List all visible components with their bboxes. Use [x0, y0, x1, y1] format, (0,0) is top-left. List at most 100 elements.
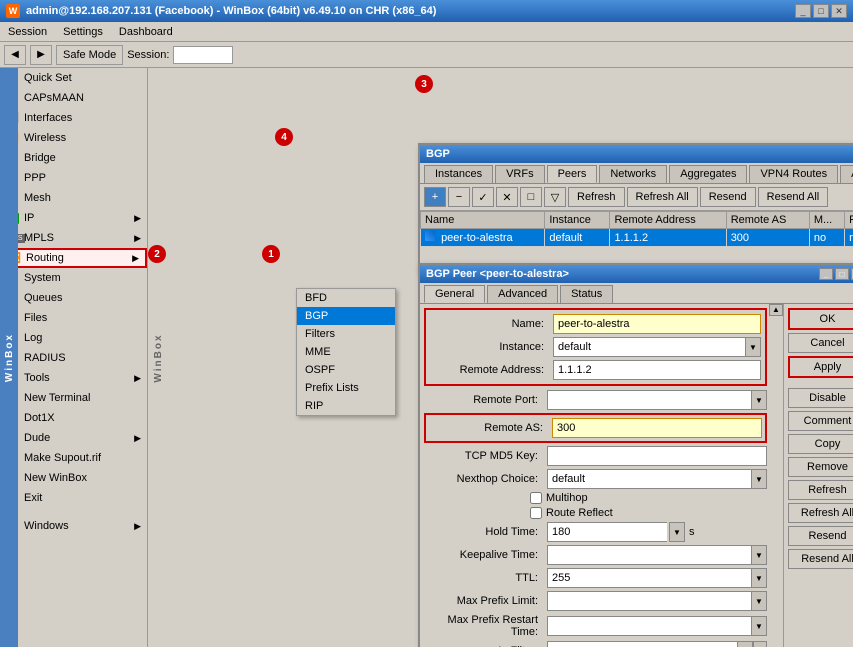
route-reflect-checkbox[interactable] — [530, 507, 542, 519]
scroll-up-btn[interactable]: ▲ — [769, 304, 783, 316]
sidebar-item-queues[interactable]: ≡ Queues — [0, 288, 147, 308]
bgp-add-btn[interactable]: + — [424, 187, 446, 207]
sidebar-item-wireless[interactable]: 📶 Wireless — [0, 128, 147, 148]
sidebar-item-exit[interactable]: ✕ Exit — [0, 488, 147, 508]
menu-dashboard[interactable]: Dashboard — [115, 25, 177, 39]
sidebar-item-mesh[interactable]: ✦ Mesh — [0, 188, 147, 208]
sidebar-item-bridge[interactable]: ⛓ Bridge — [0, 148, 147, 168]
hold-time-input[interactable] — [547, 522, 667, 542]
submenu-bfd[interactable]: BFD — [297, 289, 395, 307]
submenu-prefix-lists[interactable]: Prefix Lists — [297, 379, 395, 397]
instance-dropdown-btn[interactable]: ▼ — [745, 337, 761, 357]
tcp-md5-input[interactable] — [547, 446, 767, 466]
cancel-btn[interactable]: Cancel — [788, 333, 853, 353]
resend-all-btn[interactable]: Resend All — [788, 549, 853, 569]
refresh-all-btn[interactable]: Refresh All — [788, 503, 853, 523]
disable-btn[interactable]: Disable — [788, 388, 853, 408]
submenu-rip[interactable]: RIP — [297, 397, 395, 415]
bgp-filter-btn[interactable]: ▽ — [544, 187, 566, 207]
menu-session[interactable]: Session — [4, 25, 51, 39]
bgp-remove-btn[interactable]: − — [448, 187, 470, 207]
tab-networks[interactable]: Networks — [599, 165, 667, 183]
sidebar-item-dude[interactable]: ◉ Dude ▶ — [0, 428, 147, 448]
remote-as-input[interactable] — [552, 418, 762, 438]
sidebar-item-tools[interactable]: 🔧 Tools ▶ — [0, 368, 147, 388]
tab-vpn4-routes[interactable]: VPN4 Routes — [749, 165, 838, 183]
max-prefix-restart-dropdown-btn[interactable]: ▼ — [751, 616, 767, 636]
bgp-cross-btn[interactable]: ✕ — [496, 187, 518, 207]
tab-instances[interactable]: Instances — [424, 165, 493, 183]
safe-mode-btn[interactable]: Safe Mode — [56, 45, 123, 65]
tab-advertisements[interactable]: Advertisements — [840, 165, 853, 183]
remove-btn[interactable]: Remove — [788, 457, 853, 477]
ttl-input[interactable] — [547, 568, 751, 588]
max-prefix-input[interactable] — [547, 591, 751, 611]
sidebar-item-new-winbox[interactable]: 🖥 New WinBox — [0, 468, 147, 488]
remote-port-input[interactable] — [547, 390, 751, 410]
peer-tab-status[interactable]: Status — [560, 285, 613, 303]
table-row[interactable]: peer-to-alestra default 1.1.1.2 300 no n… — [421, 229, 853, 247]
sidebar-item-dot1x[interactable]: ● Dot1X — [0, 408, 147, 428]
sidebar-item-files[interactable]: 📁 Files — [0, 308, 147, 328]
resend-btn[interactable]: Resend — [788, 526, 853, 546]
remote-address-input[interactable] — [553, 360, 761, 380]
remote-port-dropdown-btn[interactable]: ▼ — [751, 390, 767, 410]
multihop-checkbox[interactable] — [530, 492, 542, 504]
max-prefix-dropdown-btn[interactable]: ▼ — [751, 591, 767, 611]
sidebar-item-new-terminal[interactable]: ▶ New Terminal — [0, 388, 147, 408]
bgp-refresh-btn[interactable]: Refresh — [568, 187, 625, 207]
hold-time-dropdown-btn[interactable]: ▼ — [669, 522, 685, 542]
session-input[interactable] — [173, 46, 233, 64]
sidebar-item-windows[interactable]: ▤ Windows ▶ — [0, 516, 147, 536]
keepalive-input[interactable] — [547, 545, 751, 565]
refresh-btn[interactable]: Refresh — [788, 480, 853, 500]
sidebar-item-quick-set[interactable]: ⚡ Quick Set — [0, 68, 147, 88]
sidebar-item-capsman[interactable]: ▣ CAPsMAAN — [0, 88, 147, 108]
submenu-ospf[interactable]: OSPF — [297, 361, 395, 379]
comment-btn[interactable]: Comment — [788, 411, 853, 431]
submenu-bgp[interactable]: BGP — [297, 307, 395, 325]
peer-maximize-btn[interactable]: □ — [835, 268, 849, 280]
keepalive-dropdown-btn[interactable]: ▼ — [751, 545, 767, 565]
peer-tab-advanced[interactable]: Advanced — [487, 285, 558, 303]
nexthop-input[interactable] — [547, 469, 751, 489]
sidebar-item-radius[interactable]: 🔐 RADIUS — [0, 348, 147, 368]
tab-vrfs[interactable]: VRFs — [495, 165, 545, 183]
menu-settings[interactable]: Settings — [59, 25, 107, 39]
sidebar-item-mpls[interactable]: MPLS MPLS ▶ — [0, 228, 147, 248]
minimize-btn[interactable]: _ — [795, 4, 811, 18]
bgp-check-btn[interactable]: ✓ — [472, 187, 494, 207]
copy-btn[interactable]: Copy — [788, 434, 853, 454]
sidebar-item-make-supout[interactable]: 📄 Make Supout.rif — [0, 448, 147, 468]
close-btn[interactable]: ✕ — [831, 4, 847, 18]
apply-btn[interactable]: Apply — [788, 356, 853, 378]
ok-btn[interactable]: OK — [788, 308, 853, 330]
bgp-copy-btn[interactable]: □ — [520, 187, 542, 207]
maximize-btn[interactable]: □ — [813, 4, 829, 18]
sidebar-item-routing[interactable]: 🔀 Routing ▶ — [0, 248, 147, 268]
sidebar-item-interfaces[interactable]: ⬛ Interfaces — [0, 108, 147, 128]
name-input[interactable] — [553, 314, 761, 334]
bgp-resend-all-btn[interactable]: Resend All — [758, 187, 829, 207]
in-filter-scroll-btn[interactable]: ▼ — [753, 641, 767, 647]
sidebar-item-log[interactable]: 📋 Log — [0, 328, 147, 348]
sidebar-item-system[interactable]: ⚙ System — [0, 268, 147, 288]
sidebar-item-ppp[interactable]: ⚬ PPP — [0, 168, 147, 188]
instance-input[interactable] — [553, 337, 745, 357]
bgp-resend-btn[interactable]: Resend — [700, 187, 756, 207]
in-filter-input[interactable] — [547, 641, 737, 647]
peer-minimize-btn[interactable]: _ — [819, 268, 833, 280]
tab-aggregates[interactable]: Aggregates — [669, 165, 747, 183]
submenu-filters[interactable]: Filters — [297, 325, 395, 343]
forward-btn[interactable]: ▶ — [30, 45, 52, 65]
back-btn[interactable]: ◀ — [4, 45, 26, 65]
in-filter-dropdown-btn[interactable]: ▼ — [737, 641, 753, 647]
sidebar-item-ip[interactable]: IP IP ▶ — [0, 208, 147, 228]
tab-peers[interactable]: Peers — [547, 165, 598, 183]
max-prefix-restart-input[interactable] — [547, 616, 751, 636]
nexthop-dropdown-btn[interactable]: ▼ — [751, 469, 767, 489]
ttl-dropdown-btn[interactable]: ▼ — [751, 568, 767, 588]
peer-tab-general[interactable]: General — [424, 285, 485, 303]
submenu-mme[interactable]: MME — [297, 343, 395, 361]
bgp-refresh-all-btn[interactable]: Refresh All — [627, 187, 698, 207]
